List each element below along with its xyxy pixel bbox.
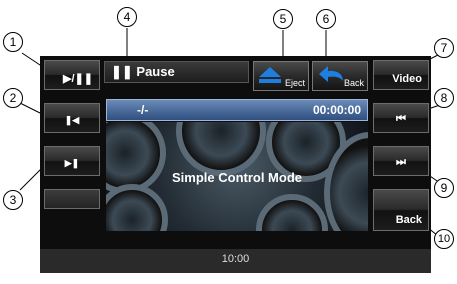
play-pause-button[interactable]: ▶/❚❚ [44, 60, 100, 90]
callout-10: 10 [434, 229, 454, 249]
eject-label: Eject [284, 78, 305, 88]
speaker-graphic [256, 194, 328, 231]
callout-5: 5 [273, 9, 293, 29]
video-button[interactable]: Video [373, 60, 429, 90]
eject-button[interactable]: Eject [253, 61, 309, 91]
skip-forward-icon: ▶❚ [64, 158, 80, 168]
fast-forward-icon: ⏭ [396, 156, 406, 168]
eject-icon [259, 67, 281, 83]
fast-back-icon: ⏮ [396, 113, 406, 125]
back-label: Back [343, 78, 364, 88]
callout-3: 3 [3, 190, 23, 210]
callout-4: 4 [117, 7, 137, 27]
speaker-graphic [106, 184, 168, 231]
skip-back-button[interactable]: ❚◀ [44, 103, 100, 133]
side-back-button[interactable]: Back [373, 189, 429, 231]
pause-status: ❚❚ Pause [104, 61, 249, 83]
callout-8: 8 [434, 88, 454, 108]
speaker-graphic [176, 122, 266, 176]
video-label: Video [392, 73, 422, 85]
callout-2: 2 [3, 88, 23, 108]
back-arrow-icon [319, 66, 343, 82]
callout-6: 6 [316, 9, 336, 29]
callout-1: 1 [3, 32, 23, 52]
top-back-button[interactable]: Back [312, 61, 368, 91]
fast-back-button[interactable]: ⏮ [373, 103, 429, 133]
callout-7: 7 [434, 38, 454, 58]
skip-back-icon: ❚◀ [64, 115, 80, 125]
bottom-bar: 10:00 [40, 249, 431, 273]
track-info-bar: -/- 00:00:00 [106, 99, 368, 121]
track-time: 00:00:00 [312, 103, 361, 117]
clock: 10:00 [221, 253, 250, 265]
side-back-label: Back [395, 214, 422, 226]
track-name: -/- [137, 103, 149, 117]
background-artwork: Simple Control Mode [106, 122, 368, 231]
skip-forward-button[interactable]: ▶❚ [44, 146, 100, 176]
callout-9: 9 [434, 178, 454, 198]
left-blank-button[interactable] [44, 189, 100, 209]
play-pause-icon: ▶/❚❚ [63, 73, 93, 85]
fast-forward-button[interactable]: ⏭ [373, 146, 429, 176]
mode-label: Simple Control Mode [172, 170, 302, 185]
